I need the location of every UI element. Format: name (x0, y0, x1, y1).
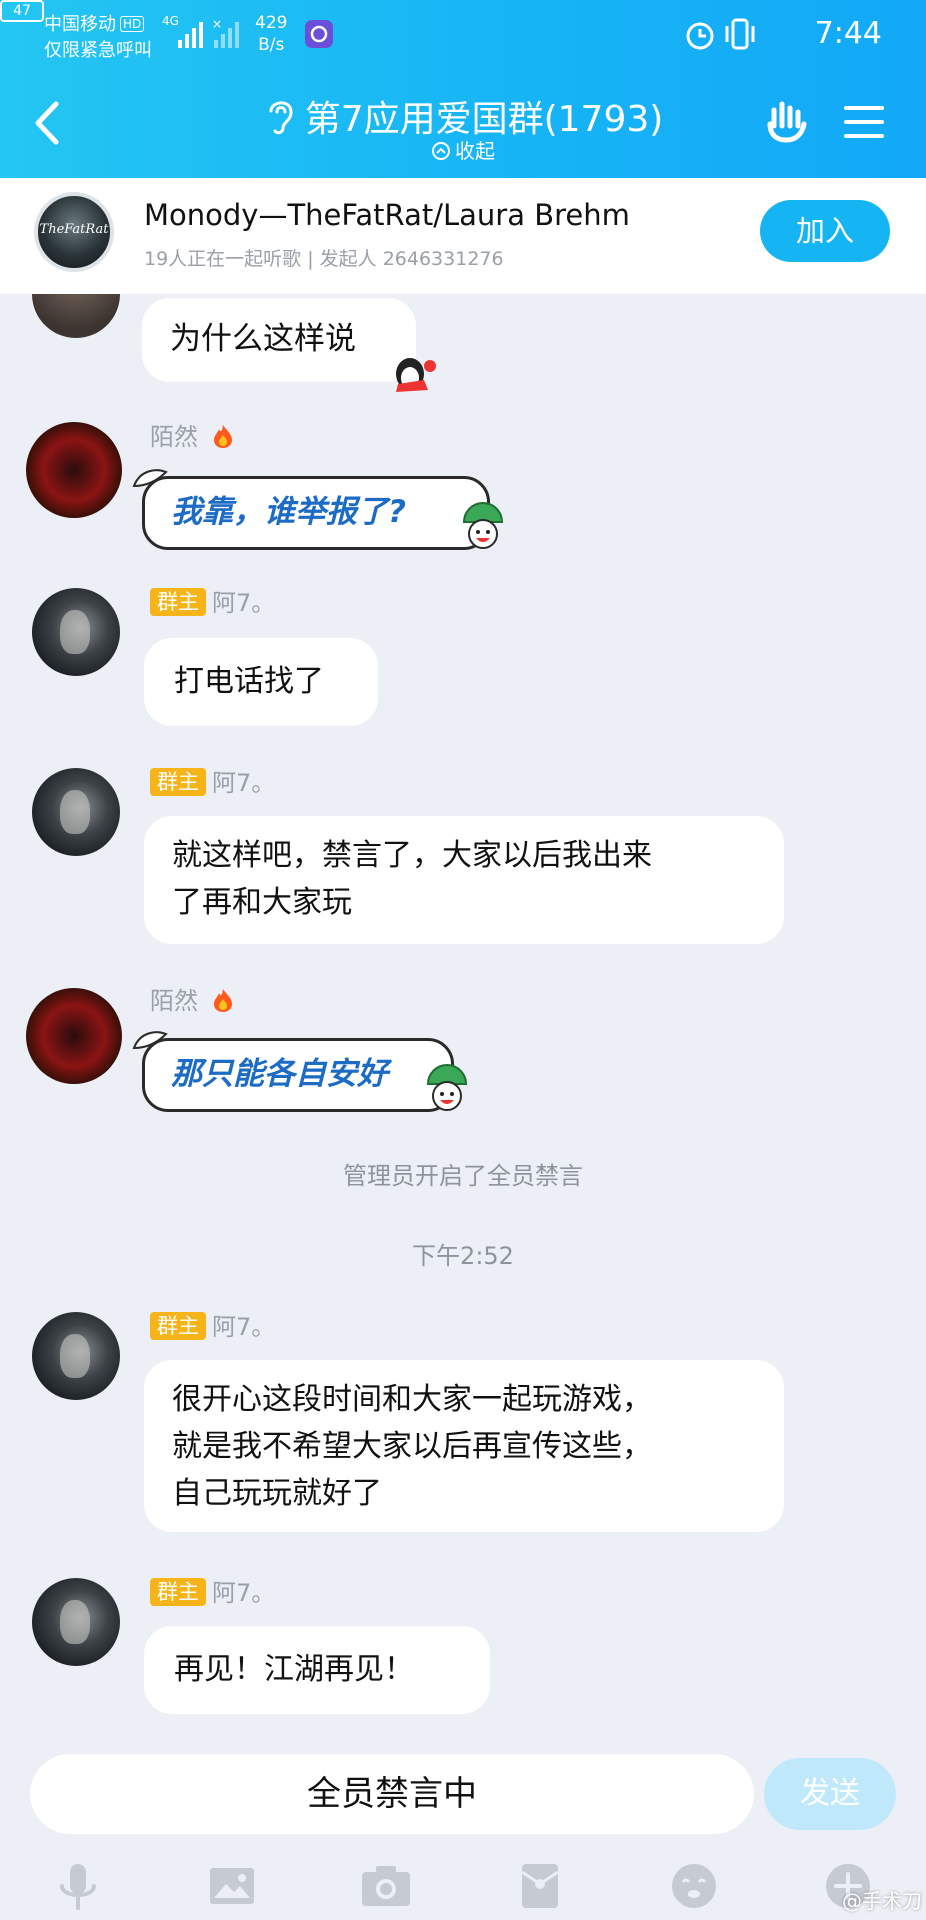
watermelon-sticker-icon (426, 1064, 468, 1111)
vibrate-icon (725, 18, 755, 50)
message-line: 就是我不希望大家以后再宣传这些， (172, 1429, 652, 1464)
emoji-icon[interactable] (666, 1858, 722, 1914)
leaf-decoration-icon (132, 469, 168, 488)
avatar[interactable] (26, 422, 122, 518)
album-logo: TheFatRat (39, 222, 109, 237)
chevron-up-icon (432, 142, 450, 160)
avatar[interactable] (32, 1578, 120, 1666)
avatar[interactable] (32, 294, 120, 338)
menu-icon[interactable] (844, 102, 884, 142)
message-line: 就这样吧，禁言了，大家以后我出来 (172, 838, 652, 873)
message-bubble[interactable]: 那只能各自安好 (142, 1038, 454, 1112)
sender-name: 群主 阿7。 (150, 1578, 275, 1608)
group-owner-badge: 群主 (150, 1578, 206, 1606)
send-button[interactable]: 发送 (764, 1758, 896, 1830)
chat-header: 中国移动 HD 仅限紧急呼叫 4G × 429 B/s 47 7:44 第7应用爱 (0, 0, 926, 178)
carrier-label: 中国移动 HD (44, 10, 145, 36)
watermark: @手术刀 (842, 1889, 922, 1913)
leaf-decoration-icon (132, 1031, 168, 1050)
muted-input-field: 全员禁言中 (30, 1754, 754, 1834)
clock: 7:44 (814, 16, 882, 51)
app-notification-icon (305, 20, 333, 48)
network-speed: 429 B/s (255, 13, 288, 55)
emergency-label: 仅限紧急呼叫 (44, 40, 152, 61)
mute-notice: 管理员开启了全员禁言 (343, 1162, 583, 1190)
group-owner-badge: 群主 (150, 588, 206, 616)
avatar[interactable] (26, 988, 122, 1084)
avatar[interactable] (32, 588, 120, 676)
message-bubble[interactable]: 我靠，谁举报了? (142, 476, 490, 550)
message-line: 很开心这段时间和大家一起玩游戏， (172, 1382, 652, 1417)
message-line: 自己玩玩就好了 (172, 1476, 382, 1511)
album-cover: TheFatRat (34, 192, 114, 272)
microphone-icon[interactable] (50, 1858, 106, 1914)
ear-icon (269, 101, 293, 135)
image-icon[interactable] (204, 1858, 260, 1914)
signal-icon: × (178, 17, 239, 48)
sender-name: 群主 阿7。 (150, 768, 275, 798)
join-button[interactable]: 加入 (760, 200, 890, 262)
chat-area[interactable]: 为什么这样说 陌然 我靠，谁举报了? 群主 阿7。 打电话找了 群主 阿7。 就这样… (0, 294, 926, 1740)
input-bar: 全员禁言中 发送 @手术刀 (0, 1740, 926, 1920)
group-owner-badge: 群主 (150, 768, 206, 796)
watermelon-sticker-icon (462, 502, 504, 549)
status-bar: 中国移动 HD 仅限紧急呼叫 4G × 429 B/s 47 7:44 (0, 0, 926, 70)
flame-icon (213, 425, 232, 448)
sender-name: 群主 阿7。 (150, 588, 275, 618)
gesture-hand-icon[interactable] (762, 96, 812, 146)
svg-text:×: × (212, 17, 222, 31)
message-bubble[interactable]: 很开心这段时间和大家一起玩游戏， 就是我不希望大家以后再宣传这些， 自己玩玩就好… (144, 1360, 784, 1532)
flame-icon (213, 989, 232, 1012)
message-bubble[interactable]: 再见！江湖再见！ (144, 1626, 490, 1714)
sender-name: 陌然 (150, 422, 236, 452)
penguin-sticker-icon (396, 358, 436, 392)
listeners-info: 19人正在一起听歌 | 发起人 2646331276 (144, 248, 504, 270)
song-title: Monody—TheFatRat/Laura Brehm (144, 198, 630, 232)
listen-together-banner[interactable]: TheFatRat Monody—TheFatRat/Laura Brehm 1… (0, 178, 926, 294)
message-bubble[interactable]: 打电话找了 (144, 638, 378, 726)
sender-name: 群主 阿7。 (150, 1312, 275, 1342)
avatar[interactable] (32, 768, 120, 856)
group-owner-badge: 群主 (150, 1312, 206, 1340)
message-bubble[interactable]: 为什么这样说 (142, 298, 416, 382)
avatar[interactable] (32, 1312, 120, 1400)
sender-name: 陌然 (150, 986, 236, 1016)
battery-indicator: 47 (0, 0, 44, 22)
message-bubble[interactable]: 就这样吧，禁言了，大家以后我出来 了再和大家玩 (144, 816, 784, 944)
red-packet-icon[interactable] (512, 1858, 568, 1914)
alarm-icon (686, 22, 714, 50)
camera-icon[interactable] (358, 1858, 414, 1914)
title-bar: 第7应用爱国群(1793) 收起 (0, 78, 926, 178)
message-timestamp: 下午2:52 (412, 1242, 514, 1270)
hd-badge: HD (120, 16, 145, 32)
message-line: 了再和大家玩 (172, 885, 352, 920)
